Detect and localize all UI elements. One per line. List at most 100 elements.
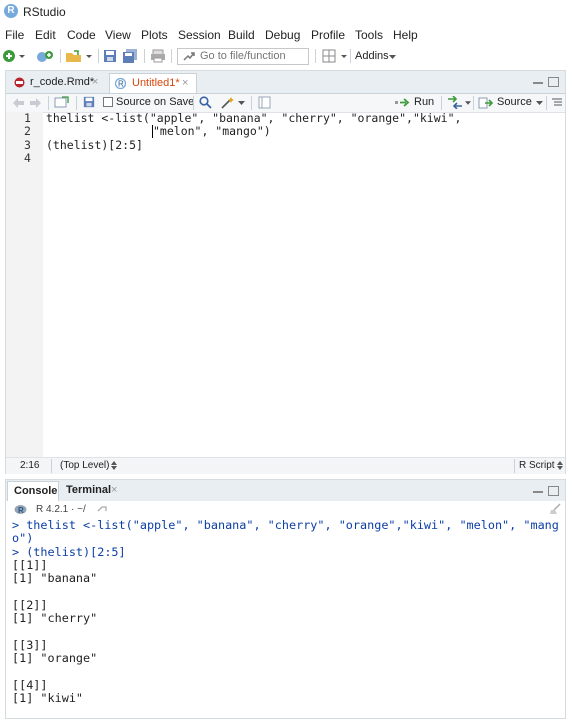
source-editor-pane: r_code.Rmd* × R Untitled1* × Source on S…	[5, 70, 566, 474]
rstudio-logo-icon: R	[4, 4, 18, 18]
close-icon[interactable]: ×	[111, 481, 117, 500]
addins-menu[interactable]: Addins	[355, 50, 389, 62]
menu-edit[interactable]: Edit	[35, 28, 56, 42]
r-script-file-icon: R	[115, 78, 126, 89]
minimize-pane-icon[interactable]	[533, 80, 543, 84]
code-tools-wand-icon[interactable]	[220, 96, 236, 109]
tab-terminal[interactable]: Terminal ×	[62, 481, 128, 500]
r-logo-icon: R	[14, 505, 27, 515]
source-on-save-checkbox[interactable]	[103, 97, 113, 107]
show-in-window-icon[interactable]	[54, 96, 70, 109]
minimize-pane-icon[interactable]	[533, 489, 543, 493]
scope-up-down-icon[interactable]	[111, 461, 117, 470]
menu-build[interactable]: Build	[228, 28, 255, 42]
toolbar-divider	[441, 96, 442, 110]
console-line: > (thelist)[2:5]	[12, 545, 126, 559]
run-arrow-icon[interactable]	[395, 97, 411, 108]
clear-console-broom-icon[interactable]	[549, 503, 562, 515]
svg-text:R: R	[18, 506, 24, 515]
toolbar-divider	[350, 49, 351, 63]
go-to-file-function-input[interactable]	[200, 50, 305, 62]
menu-view[interactable]: View	[105, 28, 131, 42]
source-on-save-label: Source on Save	[116, 96, 195, 108]
toolbar-divider	[315, 49, 316, 63]
line-number: 4	[24, 151, 31, 165]
console-line: [[3]]	[12, 638, 48, 652]
console-line: [1] "kiwi"	[12, 691, 84, 705]
save-icon[interactable]	[83, 96, 95, 108]
console-tab-strip: Console Terminal ×	[6, 480, 565, 502]
rerun-icon[interactable]	[446, 96, 464, 109]
back-forward-icon[interactable]	[12, 97, 42, 109]
console-line: [[2]]	[12, 598, 48, 612]
window-title: RStudio	[23, 5, 66, 19]
code-editor[interactable]: thelist <-list("apple", "banana", "cherr…	[43, 111, 565, 457]
workspace-panes-dropdown-icon[interactable]	[340, 49, 348, 63]
console-line: [1] "cherry"	[12, 611, 98, 625]
open-file-dropdown-icon[interactable]	[85, 49, 93, 63]
console-output[interactable]: > thelist <-list("apple", "banana", "che…	[6, 518, 565, 718]
scope-selector[interactable]: (Top Level)	[60, 460, 109, 471]
search-icon[interactable]	[199, 96, 212, 109]
title-bar: R RStudio	[0, 0, 566, 23]
line-number: 1	[24, 111, 31, 125]
compile-report-icon[interactable]	[258, 96, 271, 109]
tab-label: Console	[14, 485, 58, 497]
document-outline-icon[interactable]	[551, 97, 563, 108]
close-icon[interactable]: ×	[182, 74, 188, 93]
tab-console[interactable]: Console	[7, 481, 59, 501]
status-divider	[514, 459, 515, 473]
svg-text:R: R	[118, 80, 124, 89]
tab-label: r_code.Rmd*	[30, 76, 95, 88]
source-button[interactable]: Source	[497, 96, 532, 108]
toolbar-divider	[473, 96, 474, 110]
code-line-2: "melon", "mango")	[153, 124, 271, 138]
source-script-icon[interactable]	[478, 96, 494, 109]
menu-profile[interactable]: Profile	[311, 28, 345, 42]
print-icon[interactable]	[150, 49, 166, 63]
line-number: 2	[24, 124, 31, 138]
new-file-dropdown-icon[interactable]	[18, 49, 26, 63]
rerun-dropdown-icon[interactable]	[465, 100, 471, 106]
menu-code[interactable]: Code	[67, 28, 96, 42]
file-type-selector[interactable]: R Script	[519, 460, 555, 471]
toolbar-divider	[60, 49, 61, 63]
text-cursor	[152, 125, 153, 138]
go-to-directory-icon[interactable]	[97, 505, 108, 513]
toolbar-divider	[98, 49, 99, 63]
save-all-icon[interactable]	[122, 49, 138, 63]
menu-file[interactable]: File	[5, 28, 24, 42]
main-toolbar: Addins	[0, 45, 566, 67]
console-info-bar: R R 4.2.1 · ~/	[6, 501, 565, 518]
menu-tools[interactable]: Tools	[355, 28, 383, 42]
open-file-icon[interactable]	[65, 49, 83, 63]
close-icon[interactable]: ×	[92, 73, 98, 92]
menu-help[interactable]: Help	[393, 28, 418, 42]
save-icon[interactable]	[103, 49, 117, 63]
code-line-1: thelist <-list("apple", "banana", "cherr…	[46, 111, 462, 125]
editor-tab-strip: r_code.Rmd* × R Untitled1* ×	[6, 71, 565, 94]
rmarkdown-file-icon	[14, 77, 25, 88]
new-file-icon[interactable]	[2, 49, 16, 63]
go-to-arrow-icon	[183, 52, 195, 61]
run-button[interactable]: Run	[414, 96, 434, 108]
maximize-pane-icon[interactable]	[548, 486, 559, 496]
maximize-pane-icon[interactable]	[548, 77, 559, 87]
r-version-label: R 4.2.1 · ~/	[36, 504, 86, 515]
menu-debug[interactable]: Debug	[265, 28, 300, 42]
tab-untitled1[interactable]: R Untitled1* ×	[109, 73, 197, 93]
addins-dropdown-icon[interactable]	[389, 54, 396, 60]
console-line: > thelist <-list("apple", "banana", "che…	[12, 518, 559, 532]
console-line: o")	[12, 531, 34, 545]
console-line: [[1]]	[12, 558, 48, 572]
source-dropdown-icon[interactable]	[536, 100, 543, 106]
workspace-panes-icon[interactable]	[322, 49, 336, 63]
go-to-file-function-field[interactable]	[177, 48, 309, 65]
tab-r-code-rmd[interactable]: r_code.Rmd* ×	[10, 73, 102, 92]
menu-bar: File Edit Code View Plots Session Build …	[0, 24, 566, 45]
menu-session[interactable]: Session	[178, 28, 221, 42]
file-type-up-down-icon[interactable]	[557, 461, 563, 470]
menu-plots[interactable]: Plots	[141, 28, 168, 42]
new-project-icon[interactable]	[36, 49, 54, 63]
code-tools-dropdown-icon[interactable]	[238, 100, 245, 106]
